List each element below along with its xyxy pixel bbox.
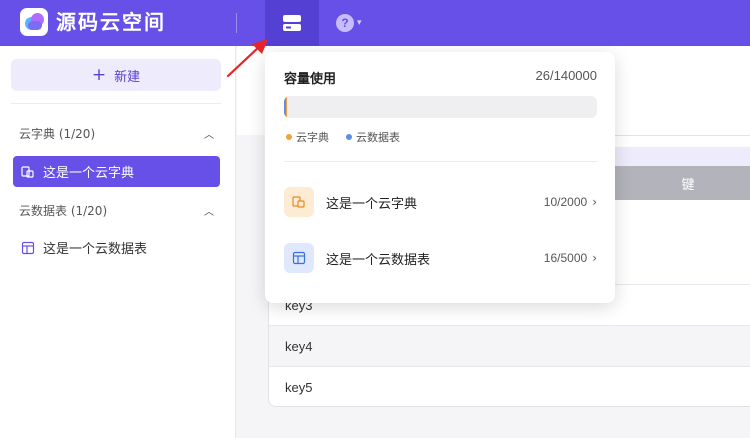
topbar-divider: [236, 13, 237, 33]
plus-icon: +: [91, 64, 107, 85]
sidebar-item-label: 这是一个云字典: [43, 166, 135, 181]
cloud-logo-icon: [20, 8, 48, 36]
sidebar-item-datatable[interactable]: 这是一个云数据表: [13, 232, 220, 263]
annotation-arrow-icon: [226, 39, 268, 78]
capacity-item-usage: 10/2000: [543, 195, 588, 209]
chevron-down-icon: ▾: [357, 18, 362, 28]
legend-item-datatable: 云数据表: [346, 129, 400, 145]
capacity-item-name: 这是一个云字典: [326, 196, 418, 212]
column-header-key[interactable]: 键: [607, 166, 750, 200]
help-icon: ?: [336, 14, 354, 32]
capacity-progress-fill: [284, 96, 287, 118]
sidebar-item-label: 这是一个云数据表: [43, 242, 148, 257]
chevron-right-icon: ›: [592, 251, 597, 265]
legend-item-dictionary: 云字典: [286, 129, 329, 145]
top-bar: 源码云空间 ? ▾: [0, 0, 750, 46]
datatable-icon: [284, 243, 314, 273]
capacity-title: 容量使用: [284, 72, 337, 87]
help-menu-button[interactable]: ? ▾: [336, 12, 376, 34]
sidebar-group-dictionary[interactable]: 云字典 (1/20) ︿: [19, 123, 214, 143]
chevron-right-icon: ›: [592, 195, 597, 209]
sidebar-divider: [11, 103, 221, 104]
popover-divider: [284, 161, 597, 162]
capacity-popover: 容量使用 26/140000 云字典 云数据表 这是一个云字典 10/2000 …: [265, 52, 615, 303]
capacity-progress-bar: [284, 96, 597, 118]
table-row[interactable]: key4: [269, 325, 750, 366]
capacity-item-datatable[interactable]: 这是一个云数据表 16/5000 ›: [284, 242, 597, 274]
brand-title: 源码云空间: [56, 10, 166, 34]
legend-label: 云数据表: [356, 131, 400, 144]
capacity-legend: 云字典 云数据表: [286, 129, 400, 145]
capacity-count: 26/140000: [535, 68, 597, 83]
sidebar: + 新建 云字典 (1/20) ︿ 这是一个云字典 云数据表 (1/20) ︿ …: [0, 46, 236, 438]
new-button-label: 新建: [114, 69, 141, 85]
capacity-item-dictionary[interactable]: 这是一个云字典 10/2000 ›: [284, 186, 597, 218]
dot-icon: [346, 134, 352, 140]
sidebar-group-label: 云字典 (1/20): [19, 126, 96, 141]
capacity-item-name: 这是一个云数据表: [326, 252, 431, 268]
chevron-up-icon: ︿: [204, 129, 214, 141]
table-row[interactable]: key5: [269, 366, 750, 406]
dot-icon: [286, 134, 292, 140]
server-icon: [283, 15, 301, 31]
chevron-up-icon: ︿: [204, 206, 214, 218]
datatable-icon: [21, 241, 35, 254]
sidebar-item-dictionary[interactable]: 这是一个云字典: [13, 156, 220, 187]
legend-label: 云字典: [296, 131, 329, 144]
capacity-item-usage: 16/5000: [543, 251, 588, 265]
new-button[interactable]: + 新建: [11, 59, 221, 91]
sidebar-group-label: 云数据表 (1/20): [19, 203, 108, 218]
sidebar-group-datatable[interactable]: 云数据表 (1/20) ︿: [19, 200, 214, 220]
dictionary-icon: [21, 165, 34, 178]
dictionary-icon: [284, 187, 314, 217]
